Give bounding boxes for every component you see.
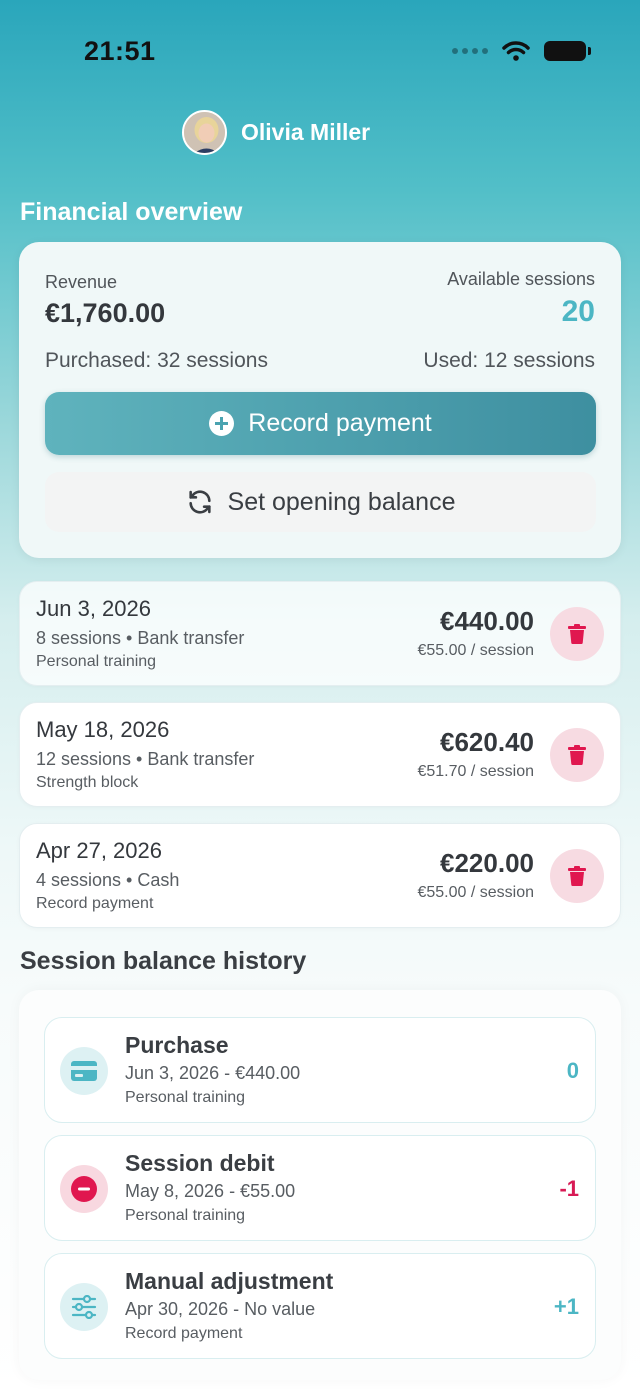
payment-date: May 18, 2026	[36, 717, 170, 742]
status-bar: 21:51	[0, 0, 640, 100]
payment-meta: 4 sessions • Cash	[36, 870, 180, 890]
history-note: Record payment	[125, 1325, 243, 1342]
history-title: Manual adjustment	[125, 1268, 334, 1294]
cellular-icon	[452, 48, 488, 54]
available-sessions-label: Available sessions	[447, 269, 595, 289]
session-history-title: Session balance history	[20, 947, 307, 975]
payment-date: Jun 3, 2026	[36, 596, 151, 621]
revenue-label: Revenue	[45, 272, 118, 292]
wifi-icon	[502, 41, 530, 61]
delete-payment-button[interactable]	[550, 728, 604, 782]
record-payment-button[interactable]: Record payment	[45, 392, 596, 455]
delete-payment-button[interactable]	[550, 607, 604, 661]
minus-circle-icon	[60, 1165, 108, 1213]
battery-icon	[544, 41, 591, 61]
financial-overview-card: Revenue €1,760.00 Available sessions 20 …	[19, 242, 621, 558]
payment-amount: €620.40	[440, 727, 534, 757]
payment-amount: €220.00	[440, 848, 534, 878]
payment-amount: €440.00	[440, 606, 534, 636]
available-sessions-value: 20	[561, 295, 595, 328]
payment-rate: €51.70 / session	[417, 763, 534, 780]
history-note: Personal training	[125, 1089, 246, 1106]
payment-date: Apr 27, 2026	[36, 838, 162, 863]
plus-circle-icon	[209, 411, 235, 436]
status-time: 21:51	[84, 36, 156, 66]
avatar	[182, 110, 227, 155]
trash-icon	[568, 745, 586, 765]
payment-row[interactable]: May 18, 2026 12 sessions • Bank transfer…	[19, 702, 621, 807]
purchased-sessions: Purchased: 32 sessions	[45, 349, 268, 372]
delete-payment-button[interactable]	[550, 849, 604, 903]
trash-icon	[568, 624, 586, 644]
history-note: Personal training	[125, 1207, 246, 1224]
payment-note: Personal training	[36, 653, 157, 670]
session-history-card: Purchase Jun 3, 2026 - €440.00 Personal …	[19, 990, 621, 1380]
credit-card-icon	[60, 1047, 108, 1095]
history-delta: -1	[559, 1176, 579, 1201]
history-delta: +1	[553, 1294, 579, 1319]
payment-meta: 8 sessions • Bank transfer	[36, 628, 245, 648]
client-profile[interactable]: Olivia Miller	[182, 110, 370, 155]
payment-rate: €55.00 / session	[417, 884, 534, 901]
status-icons	[452, 40, 591, 62]
history-item[interactable]: Manual adjustment Apr 30, 2026 - No valu…	[44, 1253, 596, 1359]
set-opening-balance-label: Set opening balance	[227, 487, 456, 516]
payment-row[interactable]: Jun 3, 2026 8 sessions • Bank transfer P…	[19, 581, 621, 686]
payment-note: Strength block	[36, 774, 139, 791]
history-delta: 0	[566, 1058, 579, 1083]
history-subtitle: Jun 3, 2026 - €440.00	[125, 1063, 301, 1083]
set-opening-balance-button[interactable]: Set opening balance	[45, 472, 596, 532]
payment-note: Record payment	[36, 895, 154, 912]
history-subtitle: May 8, 2026 - €55.00	[125, 1181, 296, 1201]
history-title: Session debit	[125, 1150, 275, 1176]
record-payment-label: Record payment	[248, 409, 432, 437]
payment-meta: 12 sessions • Bank transfer	[36, 749, 255, 769]
history-item[interactable]: Purchase Jun 3, 2026 - €440.00 Personal …	[44, 1017, 596, 1123]
history-subtitle: Apr 30, 2026 - No value	[125, 1299, 316, 1319]
history-item[interactable]: Session debit May 8, 2026 - €55.00 Perso…	[44, 1135, 596, 1241]
financial-overview-title: Financial overview	[20, 198, 243, 226]
revenue-value: €1,760.00	[45, 298, 166, 328]
payment-row[interactable]: Apr 27, 2026 4 sessions • Cash Record pa…	[19, 823, 621, 928]
used-sessions: Used: 12 sessions	[423, 349, 595, 372]
payment-rate: €55.00 / session	[417, 642, 534, 659]
sliders-icon	[60, 1283, 108, 1331]
history-title: Purchase	[125, 1032, 229, 1058]
client-name: Olivia Miller	[241, 119, 371, 145]
refresh-icon	[188, 490, 211, 514]
trash-icon	[568, 866, 586, 886]
